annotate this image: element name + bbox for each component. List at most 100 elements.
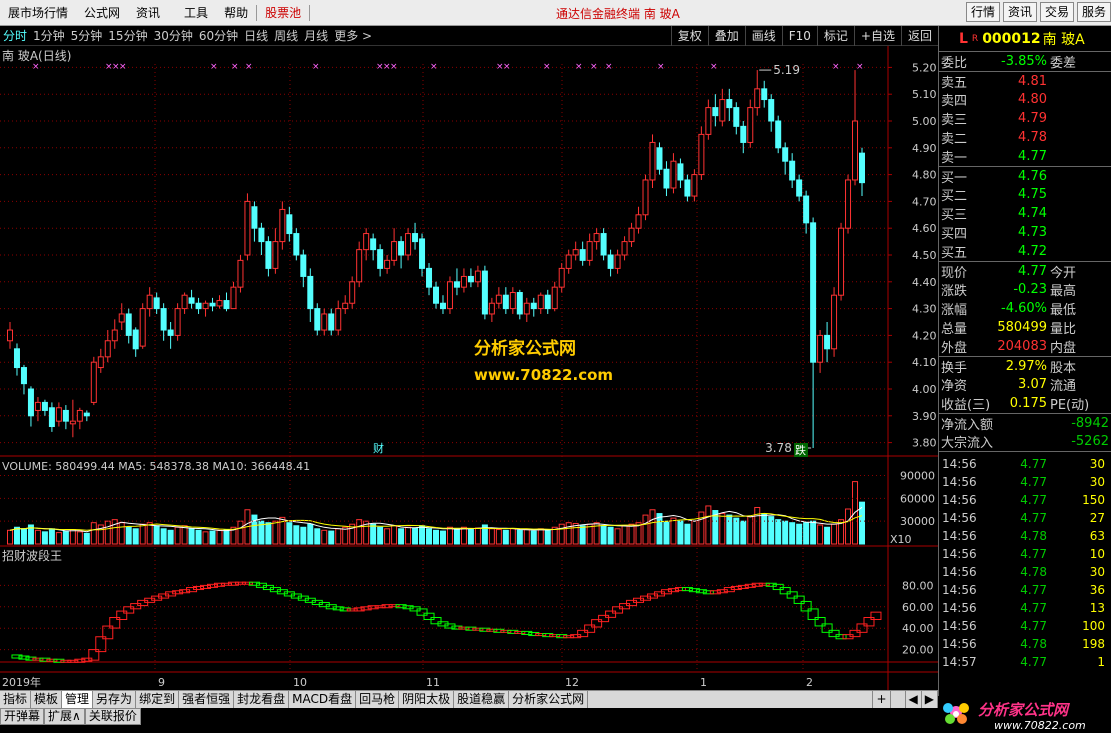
tick-price: 4.77: [1020, 457, 1047, 471]
volume-bar: [356, 519, 363, 545]
tick-list[interactable]: 14:56 4.77 30 14:56 4.77 30 14:56 4.77 150 14:56 4…: [939, 451, 1111, 671]
tab-manage[interactable]: 管理: [62, 690, 94, 709]
period-weekly[interactable]: 周线: [271, 27, 301, 44]
quote-value: 4.78: [1018, 130, 1047, 145]
tick-row: 14:56 4.78 63: [939, 527, 1111, 545]
status-bar: 开弹幕 扩展∧ 关联报价: [0, 708, 938, 733]
volume-bar: [600, 525, 607, 545]
indicator-step: [821, 623, 833, 633]
period-1min[interactable]: 1分钟: [30, 27, 68, 44]
rights-adjust-button[interactable]: 复权: [670, 26, 708, 46]
candle-body: [544, 294, 551, 310]
quote-label: 总量: [941, 322, 968, 337]
volume-bar: [460, 526, 467, 545]
volume-bar: [509, 528, 516, 545]
linked-quote-button[interactable]: 关联报价: [84, 708, 141, 725]
kline-chart[interactable]: 南 玻A(日线) × × × × × × × × × × × × × × × × × × × × × × 5.205.10…: [0, 46, 938, 690]
tab-wenying[interactable]: 股道稳赢: [454, 690, 510, 709]
candle-body: [398, 241, 405, 256]
tick-row: 14:56 4.78 198: [939, 635, 1111, 653]
tick-volume: 10: [1089, 547, 1105, 561]
drop-marker[interactable]: 跌: [795, 443, 806, 457]
tick-volume: 30: [1089, 457, 1105, 471]
candle-body: [41, 401, 48, 411]
tab-save-as[interactable]: 另存为: [93, 690, 137, 709]
tab-taiji[interactable]: 阴阳太极: [399, 690, 455, 709]
candle-body: [712, 107, 719, 117]
volume-bar: [118, 522, 125, 545]
candle-body: [523, 302, 530, 315]
period-timeshare[interactable]: 分时: [0, 27, 30, 44]
indicator-title: 招财波段王: [2, 548, 62, 563]
time-tick-label: 9: [158, 676, 165, 689]
period-30min[interactable]: 30分钟: [151, 27, 196, 44]
tab-template[interactable]: 模板: [31, 690, 63, 709]
expand-button[interactable]: 扩展∧: [44, 708, 85, 725]
tab-dragon[interactable]: 封龙看盘: [234, 690, 290, 709]
candle-body: [579, 249, 586, 261]
tab-macd[interactable]: MACD看盘: [289, 690, 357, 709]
volume-bar: [488, 528, 495, 545]
time-tick-label: 2019年: [2, 675, 41, 689]
tick-price: 4.77: [1020, 547, 1047, 561]
news-button[interactable]: 资讯: [1002, 2, 1037, 22]
tab-scroll-left[interactable]: ◀: [904, 690, 922, 709]
candlestick-series: [7, 69, 865, 449]
period-5min[interactable]: 5分钟: [68, 27, 106, 44]
quote-label: 现价: [941, 265, 968, 281]
indicator-step: [772, 583, 784, 591]
volume-bar: [125, 526, 132, 545]
volume-bar: [705, 505, 712, 545]
menu-news[interactable]: 资讯: [128, 4, 168, 21]
period-monthly[interactable]: 月线: [301, 27, 331, 44]
danmaku-button[interactable]: 开弹幕: [0, 708, 45, 725]
quote-button[interactable]: 行情: [965, 2, 1000, 22]
trade-button[interactable]: 交易: [1039, 2, 1074, 22]
tab-scroll-right[interactable]: ▶: [922, 690, 938, 709]
back-button[interactable]: 返回: [900, 26, 938, 46]
netflow-row: 净流入额 -8942: [939, 413, 1111, 433]
tick-time: 14:56: [942, 529, 977, 543]
candle-body: [817, 334, 824, 363]
price-tick-label: 3.80: [912, 437, 937, 450]
overlay-button[interactable]: 叠加: [707, 26, 745, 46]
indicator-step: [814, 617, 826, 627]
chart-area[interactable]: 南 玻A(日线) × × × × × × × × × × × × × × × × × × × × × × 5.20 5.10…: [0, 46, 938, 690]
volume-bar: [621, 525, 628, 545]
candle-body: [216, 300, 223, 307]
finance-marker[interactable]: 财: [373, 441, 384, 455]
menu-market[interactable]: 展市场行情: [0, 4, 76, 21]
menu-help[interactable]: 帮助: [216, 4, 256, 21]
bigflow-label: 大宗流入: [941, 436, 994, 451]
candle-body: [775, 120, 782, 149]
candle-body: [446, 281, 453, 310]
price-tick-label: 4.20: [912, 329, 937, 342]
volume-bar: [160, 528, 167, 545]
quote-value: 4.73: [1018, 225, 1047, 240]
menu-formula[interactable]: 公式网: [76, 4, 128, 21]
period-more[interactable]: 更多 >: [331, 27, 375, 44]
tick-row: 14:56 4.78 30: [939, 563, 1111, 581]
tab-fxj[interactable]: 分析家公式网: [509, 690, 589, 709]
draw-line-button[interactable]: 画线: [744, 26, 782, 46]
quote-extra-label: 股本: [1050, 360, 1077, 376]
tab-indicator[interactable]: 指标: [0, 690, 32, 709]
service-button[interactable]: 服务: [1076, 2, 1111, 22]
tab-strong[interactable]: 强者恒强: [179, 690, 235, 709]
f10-button[interactable]: F10: [781, 26, 817, 46]
period-daily[interactable]: 日线: [241, 27, 271, 44]
tab-add-button[interactable]: +: [872, 690, 891, 709]
volume-bar: [719, 513, 726, 545]
menu-tools[interactable]: 工具: [176, 4, 216, 21]
mark-button[interactable]: 标记: [816, 26, 854, 46]
menu-stock-pool[interactable]: 股票池: [257, 4, 309, 21]
tick-price: 4.77: [1020, 655, 1047, 669]
add-watchlist-button[interactable]: +自选: [853, 26, 901, 46]
period-60min[interactable]: 60分钟: [196, 27, 241, 44]
signal-marker-x: ×: [605, 62, 613, 72]
tab-huimaqiang[interactable]: 回马枪: [356, 690, 400, 709]
period-15min[interactable]: 15分钟: [105, 27, 150, 44]
volume-bar: [782, 520, 789, 545]
tab-bind-to[interactable]: 绑定到: [136, 690, 180, 709]
volume-bar: [803, 522, 810, 545]
